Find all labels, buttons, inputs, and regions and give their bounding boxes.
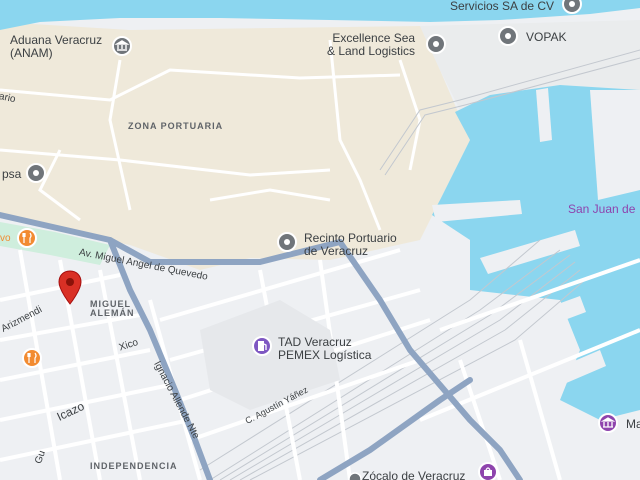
water-label-san-juan: San Juan de <box>568 202 636 216</box>
government-building-icon[interactable] <box>112 36 132 56</box>
poi-label-excellence[interactable]: Excellence Sea & Land Logistics <box>327 32 415 57</box>
poi-label-recinto[interactable]: Recinto Portuario de Veracruz <box>304 232 397 257</box>
district-label-independencia: INDEPENDENCIA <box>90 461 178 471</box>
map-canvas[interactable]: ZONA PORTUARIA MIGUEL ALEMÁN INDEPENDENC… <box>0 0 640 480</box>
gas-station-icon[interactable] <box>252 336 272 356</box>
poi-label-vopak[interactable]: VOPAK <box>526 31 566 44</box>
museum-icon[interactable] <box>598 413 618 433</box>
poi-label-psa[interactable]: psa <box>2 168 21 181</box>
location-icon[interactable] <box>498 26 518 46</box>
restaurant-icon[interactable] <box>22 348 42 368</box>
poi-label-aduana[interactable]: Aduana Veracruz (ANAM) <box>10 34 102 59</box>
shopping-icon[interactable] <box>478 462 498 480</box>
poi-label-tad[interactable]: TAD Veracruz PEMEX Logística <box>278 336 371 361</box>
poi-label-ma[interactable]: Ma <box>626 418 640 431</box>
poi-label-zocalo[interactable]: Zócalo de Veracruz <box>362 470 465 480</box>
location-icon[interactable] <box>26 163 46 183</box>
district-label-zona-portuaria: ZONA PORTUARIA <box>128 121 224 131</box>
location-pin-icon[interactable] <box>58 270 82 306</box>
location-icon[interactable] <box>562 0 582 14</box>
location-icon[interactable] <box>348 472 362 480</box>
district-label-miguel-aleman: MIGUEL ALEMÁN <box>90 299 135 319</box>
restaurant-icon[interactable] <box>17 228 37 248</box>
location-icon[interactable] <box>277 232 297 252</box>
street-label-vo: vo <box>0 233 11 244</box>
location-icon[interactable] <box>426 34 446 54</box>
poi-label-servicios[interactable]: Servicios SA de CV <box>450 0 554 13</box>
